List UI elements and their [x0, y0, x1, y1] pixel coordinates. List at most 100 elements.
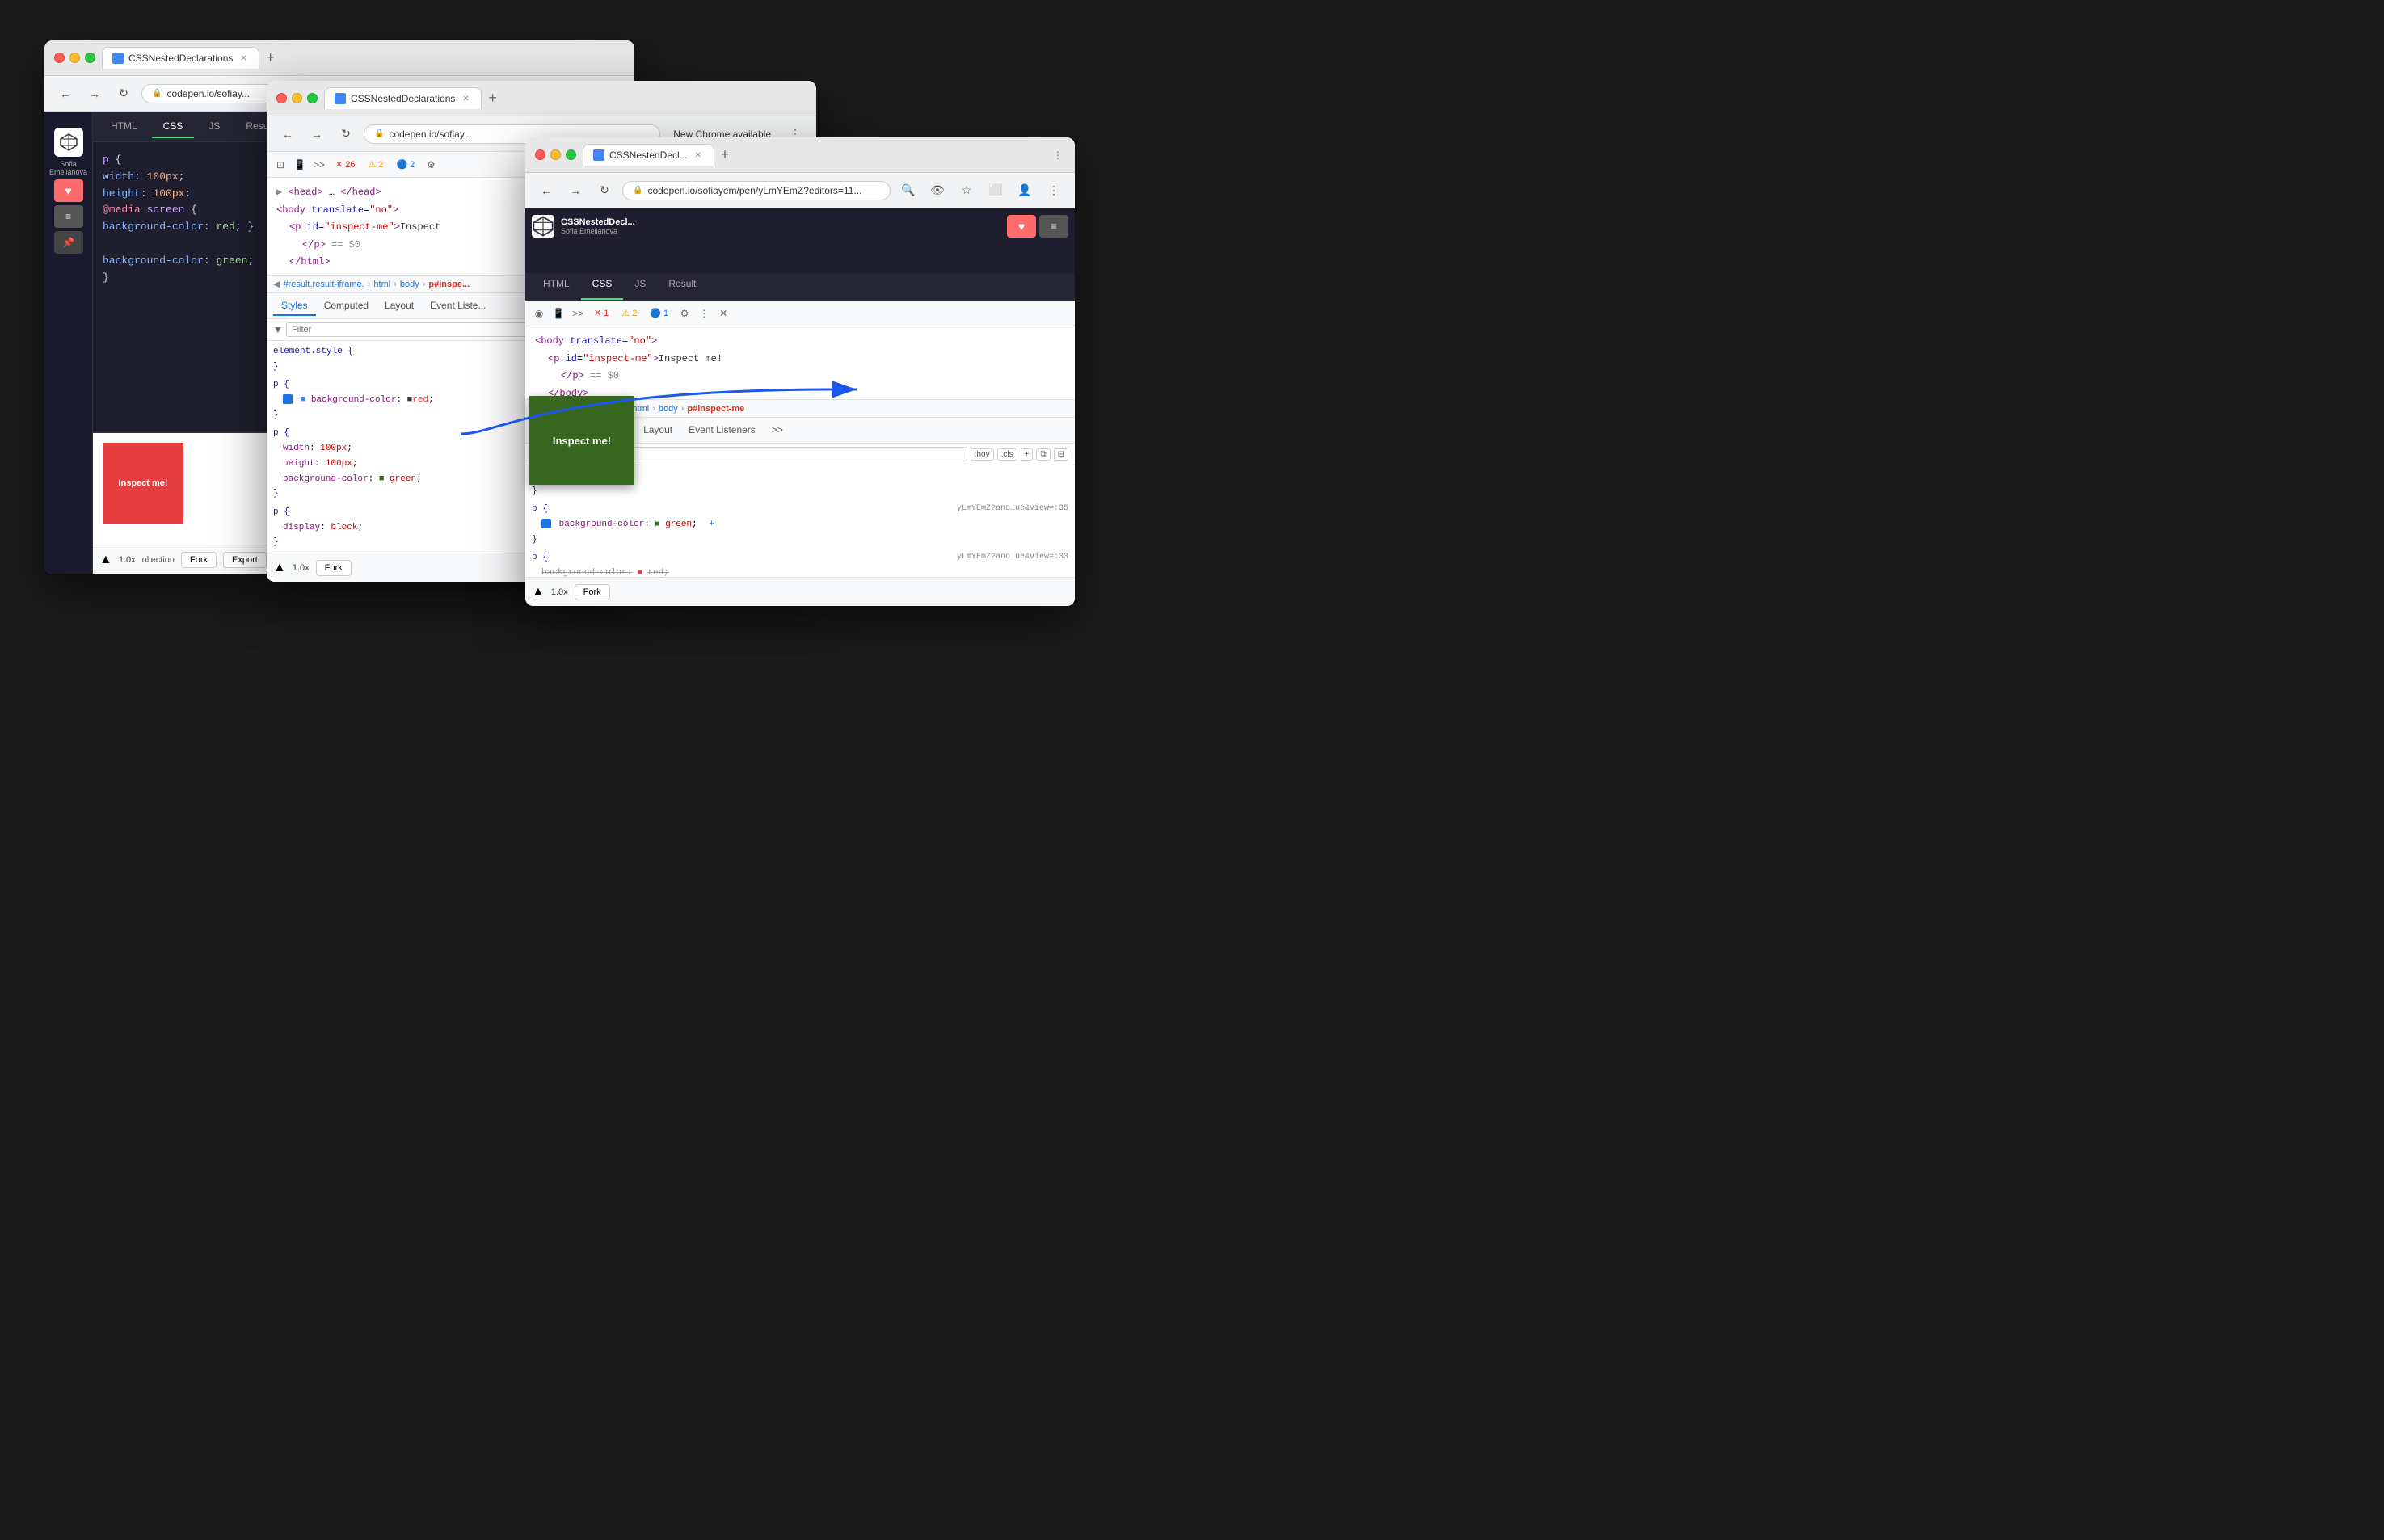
tab-js-1[interactable]: JS [197, 116, 231, 138]
tab-css-1[interactable]: CSS [152, 116, 195, 138]
export-button-1[interactable]: Export [223, 552, 267, 568]
heart-btn-3[interactable]: ♥ [1007, 215, 1036, 238]
cp-user-3: Sofia Emelianova [561, 227, 635, 235]
close-button-1[interactable] [54, 53, 65, 63]
device-icon-3[interactable]: 📱 [551, 306, 566, 321]
tab-more-3[interactable]: >> [764, 421, 791, 440]
tree-row: </p> == $0 [535, 368, 1065, 385]
expand-icon-1[interactable]: ▲ [99, 553, 112, 567]
heart-button-1[interactable]: ♥ [54, 179, 83, 202]
cls-btn-3[interactable]: .cls [997, 448, 1017, 461]
avatar-btn-3[interactable]: 👤 [1013, 179, 1036, 202]
active-tab-3[interactable]: CSSNestedDecl... ✕ [583, 144, 714, 166]
more-btn-3[interactable]: ⋮ [1042, 179, 1065, 202]
cursor-icon-3[interactable]: ◉ [532, 306, 546, 321]
back-button-3[interactable]: ← [535, 179, 558, 202]
expand-icon-2[interactable]: ▲ [273, 561, 286, 575]
bc-html-3[interactable]: html [632, 404, 649, 414]
new-tab-button-3[interactable]: + [718, 146, 733, 163]
back-button-2[interactable]: ← [276, 123, 299, 145]
forward-button-2[interactable]: → [305, 123, 328, 145]
tab-close-btn-3[interactable]: ✕ [693, 149, 704, 161]
fork-button-2[interactable]: Fork [316, 560, 352, 576]
maximize-button-2[interactable] [307, 93, 318, 103]
info-badge-2: 🔵 2 [392, 158, 419, 170]
device-icon-2[interactable]: 📱 [293, 158, 307, 172]
menu-button-1[interactable]: ≡ [54, 205, 83, 228]
close-devtools-3[interactable]: ✕ [716, 306, 731, 321]
settings-icon-3[interactable]: ⚙ [677, 306, 692, 321]
pin-button-1[interactable]: 📌 [54, 231, 83, 254]
active-tab-2[interactable]: CSSNestedDeclarations ✕ [324, 87, 482, 109]
new-tab-button-2[interactable]: + [485, 90, 500, 107]
traffic-lights-1 [54, 53, 95, 63]
tab-title-2: CSSNestedDeclarations [351, 93, 455, 104]
zoom-level-3: 1.0x [551, 587, 568, 597]
css-rule-2-3: p { yLmYEmZ?ano…ue&view=:33 background-c… [532, 550, 1068, 577]
cp-title-3: CSSNestedDecl... [561, 217, 635, 227]
reload-button-3[interactable]: ↻ [593, 179, 616, 202]
codepen-logo-3 [532, 215, 554, 238]
extensions-btn-3[interactable]: 👁 [926, 179, 949, 202]
tab-computed-2[interactable]: Computed [316, 297, 377, 316]
zoom-level-1: 1.0x [119, 555, 136, 565]
title-bar-1: CSSNestedDeclarations ✕ + [44, 40, 634, 76]
fork-button-1[interactable]: Fork [181, 552, 217, 568]
tree-row: <p id="inspect-me">Inspect me! [535, 351, 1065, 368]
close-button-2[interactable] [276, 93, 287, 103]
tab-result-3[interactable]: Result [657, 273, 707, 300]
reload-button-1[interactable]: ↻ [112, 82, 135, 105]
traffic-lights-3 [535, 149, 576, 160]
minimize-button-1[interactable] [69, 53, 80, 63]
zoom-icon-3[interactable]: 🔍 [897, 179, 920, 202]
more-options-3[interactable]: ⋮ [697, 306, 711, 321]
tab-styles-2[interactable]: Styles [273, 297, 316, 316]
error-badge-2: ✕ 26 [331, 158, 359, 170]
minimize-button-2[interactable] [292, 93, 302, 103]
cp-actions-3: ♥ ≡ [1007, 215, 1068, 238]
share-btn-3[interactable]: ⬜ [984, 179, 1007, 202]
cursor-icon-2[interactable]: ⊡ [273, 158, 288, 172]
minimize-button-3[interactable] [550, 149, 561, 160]
tab-js-3[interactable]: JS [623, 273, 657, 300]
tab-event-2[interactable]: Event Liste... [422, 297, 494, 316]
tab-close-btn-1[interactable]: ✕ [238, 53, 249, 64]
tab-close-btn-2[interactable]: ✕ [460, 93, 471, 104]
url-text-1: codepen.io/sofiay... [166, 88, 250, 99]
tab-html-3[interactable]: HTML [532, 273, 581, 300]
address-bar-3[interactable]: 🔒 codepen.io/sofiayem/pen/yLmYEmZ?editor… [622, 181, 891, 200]
bc-html-2[interactable]: html [373, 280, 390, 289]
hov-btn-3[interactable]: :hov [971, 448, 994, 461]
tab-html-1[interactable]: HTML [99, 116, 149, 138]
more-icon-3[interactable]: >> [571, 306, 585, 321]
menu-btn-3[interactable]: ≡ [1039, 215, 1068, 238]
fork-button-3[interactable]: Fork [575, 584, 610, 600]
bc-body-3[interactable]: body [659, 404, 678, 414]
bc-body-2[interactable]: body [400, 280, 419, 289]
back-button-1[interactable]: ← [54, 82, 77, 105]
forward-button-3[interactable]: → [564, 179, 587, 202]
bc-p-3[interactable]: p#inspect-me [687, 404, 744, 414]
maximize-button-3[interactable] [566, 149, 576, 160]
active-tab-1[interactable]: CSSNestedDeclarations ✕ [102, 47, 259, 69]
close-button-3[interactable] [535, 149, 545, 160]
forward-button-1[interactable]: → [83, 82, 106, 105]
tab-layout-3[interactable]: Layout [635, 421, 680, 440]
bc-result-2[interactable]: #result.result-iframe. [283, 280, 364, 289]
maximize-button-1[interactable] [85, 53, 95, 63]
tab-layout-2[interactable]: Layout [377, 297, 422, 316]
star-btn-3[interactable]: ☆ [955, 179, 978, 202]
reload-button-2[interactable]: ↻ [335, 123, 357, 145]
new-tab-button-1[interactable]: + [263, 49, 278, 66]
bc-p-2[interactable]: p#inspe... [428, 280, 470, 289]
copy-btn-3[interactable]: ⧉ [1036, 448, 1050, 461]
settings-icon-2[interactable]: ⚙ [423, 158, 438, 172]
tab-event-3[interactable]: Event Listeners [680, 421, 764, 440]
computed-btn-3[interactable]: ⊟ [1054, 448, 1068, 461]
tab-bar-1: CSSNestedDeclarations ✕ + [102, 47, 625, 69]
more-icon-2[interactable]: >> [312, 158, 326, 172]
expand-icon-3[interactable]: ▲ [532, 585, 545, 600]
menu-icon-3[interactable]: ⋮ [1051, 148, 1065, 162]
tab-css-3[interactable]: CSS [581, 273, 624, 300]
add-rule-btn-3[interactable]: + [1021, 448, 1034, 461]
